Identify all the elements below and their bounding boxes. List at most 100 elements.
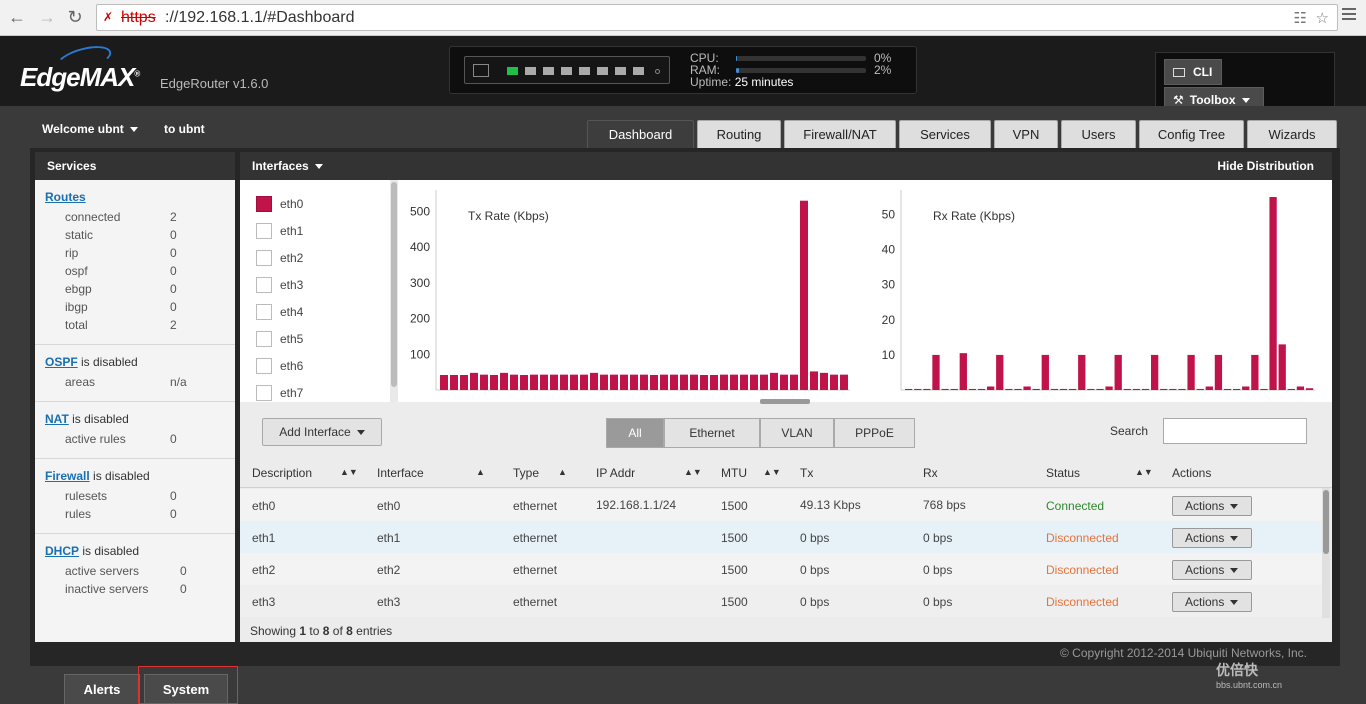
table-row[interactable]: eth2 eth2 ethernet 1500 0 bps 0 bps Disc… [240,553,1322,585]
row-actions-button[interactable]: Actions [1172,592,1252,612]
add-interface-button[interactable]: Add Interface [262,418,382,446]
column-tx[interactable]: Tx [800,466,813,480]
forward-arrow-icon[interactable]: → [36,6,58,28]
firewall-key: rules [65,507,92,521]
search-input[interactable] [1163,418,1307,444]
chart-bar [1078,354,1086,390]
chart-bar [950,388,958,390]
tab-config-tree[interactable]: Config Tree [1139,120,1244,150]
chart-bar [1087,388,1095,390]
tab-firewall-nat[interactable]: Firewall/NAT [784,120,896,150]
routes-link[interactable]: Routes [45,190,86,204]
port-icon [633,67,644,75]
translate-icon[interactable]: ☷ [1294,9,1307,27]
ospf-section: OSPF is disabled areas n/a [35,345,235,402]
column-mtu[interactable]: MTU [721,466,747,480]
nat-link[interactable]: NAT [45,412,69,426]
sort-icon[interactable]: ▲▼ [763,467,781,477]
column-status[interactable]: Status [1046,466,1080,480]
url-scheme: https [121,9,156,26]
tab-routing[interactable]: Routing [697,120,781,150]
back-arrow-icon[interactable]: ← [6,6,28,28]
tab-wizards[interactable]: Wizards [1247,120,1337,150]
uptime-value: 25 minutes [734,75,794,89]
interface-list-scrollbar[interactable] [390,180,398,402]
ospf-link[interactable]: OSPF [45,355,78,369]
chart-bar [800,200,808,390]
filter-pppoe[interactable]: PPPoE [834,418,915,448]
chart-bar [710,375,718,390]
route-key: connected [65,210,121,224]
cell-type: ethernet [513,531,558,545]
chart-bar [770,372,778,390]
sort-icon[interactable]: ▲▼ [684,467,702,477]
column-description[interactable]: Description [252,466,312,480]
chart-bar [1151,354,1159,390]
column-rx[interactable]: Rx [923,466,938,480]
sort-asc-icon[interactable]: ▲ [476,467,485,477]
filter-vlan[interactable]: VLAN [760,418,834,448]
sort-icon[interactable]: ▲▼ [340,467,358,477]
to-user-label: to ubnt [164,122,205,136]
filter-all[interactable]: All [606,418,664,448]
row-actions-button[interactable]: Actions [1172,496,1252,516]
chart-bar [510,374,518,390]
route-key: static [65,228,94,242]
tab-vpn[interactable]: VPN [994,120,1058,150]
url-address: ://192.168.1.1/#Dashboard [165,9,355,26]
filter-ethernet[interactable]: Ethernet [664,418,760,448]
interface-checklist: eth0 eth1 eth2 eth3 eth4 eth5 eth6 eth7 [240,180,390,402]
dhcp-value: 0 [180,564,187,578]
chart-bar [630,374,638,390]
address-bar[interactable]: ✗ https ://192.168.1.1/#Dashboard ☷ ☆ [96,4,1338,31]
bookmark-star-icon[interactable]: ☆ [1316,9,1329,27]
chart-bar [660,374,668,390]
cell-rx: 0 bps [923,531,953,545]
chart-bar [914,388,922,390]
chart-bar [490,375,498,390]
row-actions-button[interactable]: Actions [1172,560,1252,580]
chart-bar [560,374,568,390]
hide-distribution-button[interactable]: Hide Distribution [1217,159,1314,173]
chart-bar [460,375,468,390]
browser-menu-icon[interactable] [1342,8,1356,23]
firewall-key: rulesets [65,489,108,503]
interfaces-menu[interactable]: Interfaces [252,159,323,173]
router-version: EdgeRouter v1.6.0 [160,76,269,91]
tab-dashboard[interactable]: Dashboard [587,120,694,150]
chart-bar [830,374,838,390]
chart-bar [977,388,986,390]
sort-icon[interactable]: ▲▼ [1135,467,1153,477]
cell-tx: 0 bps [800,531,830,545]
tab-users[interactable]: Users [1061,120,1136,150]
wrench-icon: ⚒ [1173,93,1184,107]
panel-resize-handle[interactable] [760,399,810,404]
column-type[interactable]: Type [513,466,539,480]
sort-asc-icon[interactable]: ▲ [558,467,567,477]
browser-toolbar: ← → ↻ ✗ https ://192.168.1.1/#Dashboard … [0,0,1366,36]
table-row[interactable]: eth1 eth1 ethernet 1500 0 bps 0 bps Disc… [240,521,1322,553]
column-ip-addr[interactable]: IP Addr [596,466,635,480]
dhcp-link[interactable]: DHCP [45,544,79,558]
terminal-icon [1173,68,1185,78]
chart-bar [810,371,818,390]
port-icon [507,67,518,75]
table-scrollbar[interactable] [1322,488,1330,618]
chart-bar [720,374,728,390]
row-actions-button[interactable]: Actions [1172,528,1252,548]
table-row[interactable]: eth3 eth3 ethernet 1500 0 bps 0 bps Disc… [240,585,1322,617]
welcome-user-menu[interactable]: Welcome ubnt [42,122,138,136]
tab-services[interactable]: Services [899,120,991,150]
chart-bar [1023,386,1031,390]
alerts-tab[interactable]: Alerts [64,674,140,704]
checkbox-icon [256,250,272,266]
y-tick-label: 300 [410,276,430,290]
system-tab-highlight [138,666,238,704]
reload-icon[interactable]: ↻ [64,6,86,28]
sidebar-title: Services [35,152,235,180]
column-interface[interactable]: Interface [377,466,424,480]
firewall-link[interactable]: Firewall [45,469,90,483]
table-row[interactable]: eth0 eth0 ethernet 192.168.1.1/24 1500 4… [240,489,1322,521]
y-tick-label: 50 [882,208,896,222]
cli-button[interactable]: CLI [1164,59,1222,85]
